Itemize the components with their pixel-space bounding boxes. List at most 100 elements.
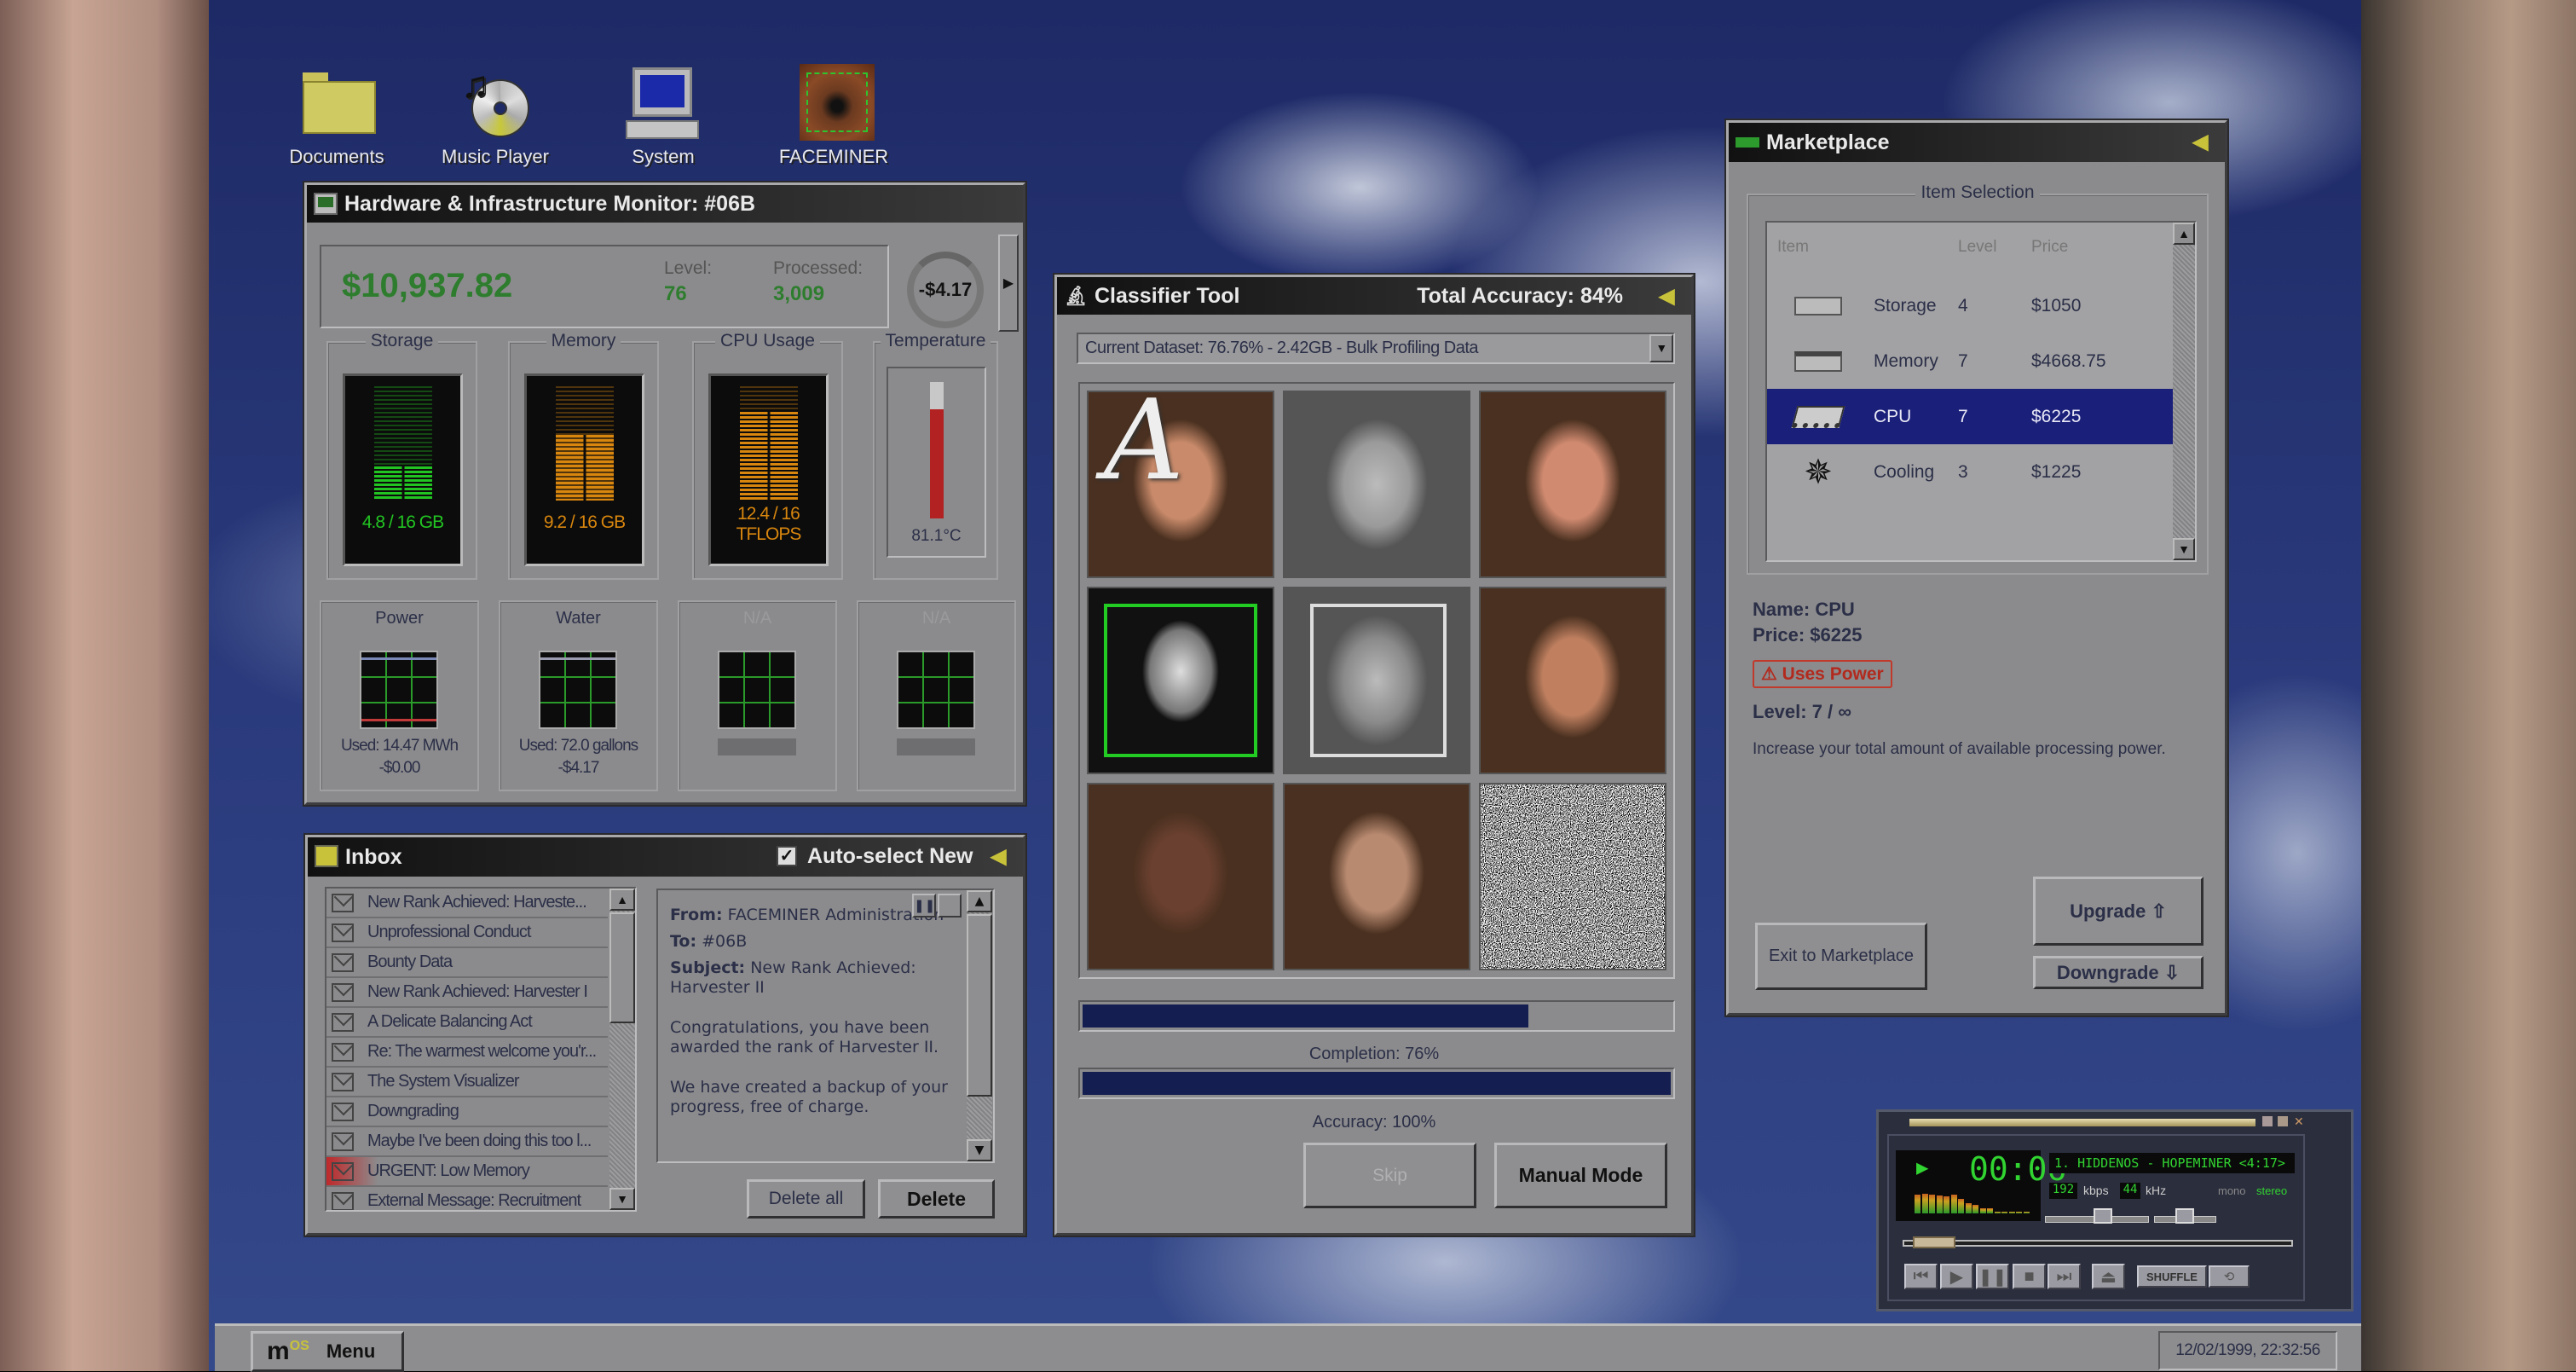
skip-button[interactable]: Skip xyxy=(1303,1143,1476,1208)
message-list-item[interactable]: Downgrading xyxy=(326,1097,608,1127)
next-track-button[interactable]: ⏭ xyxy=(2048,1264,2081,1289)
face-image[interactable]: A xyxy=(1087,391,1274,578)
hard-drive-icon xyxy=(1767,296,1869,316)
scroll-down-button[interactable]: ▼ xyxy=(2173,538,2195,560)
cpu-chip-icon xyxy=(1767,405,1869,428)
os-logo-icon: mOS xyxy=(267,1337,309,1365)
face-image[interactable] xyxy=(1283,391,1470,578)
balance-slider[interactable] xyxy=(2154,1208,2216,1224)
message-list-item[interactable]: URGENT: Low Memory xyxy=(326,1157,608,1187)
scroll-up-button[interactable]: ▲ xyxy=(609,889,635,911)
upgrade-button[interactable]: Upgrade ⇧ xyxy=(2033,877,2203,946)
chevron-down-icon[interactable]: ▼ xyxy=(1649,334,1673,362)
memory-module-icon xyxy=(1767,350,1869,372)
completion-progress-bar xyxy=(1078,1000,1675,1032)
message-list-scrollbar[interactable]: ▲ ▼ xyxy=(609,889,635,1210)
item-row-memory[interactable]: Memory 7 $4668.75 xyxy=(1767,333,2173,389)
shade-button[interactable] xyxy=(2278,1116,2288,1126)
pause-button[interactable]: ❚❚ xyxy=(1976,1264,2009,1289)
delete-button[interactable]: Delete xyxy=(878,1179,995,1219)
meter-value: 9.2 / 16 GB xyxy=(543,512,626,532)
inbox-window: Inbox ✓ Auto-select New ◀ New Rank Achie… xyxy=(305,835,1025,1236)
popout-button[interactable] xyxy=(938,894,962,918)
auto-select-checkbox[interactable]: ✓ xyxy=(777,846,797,866)
title-bar[interactable]: Marketplace ◀ xyxy=(1729,123,2225,162)
title-bar[interactable]: Hardware & Infrastructure Monitor: #06B xyxy=(307,185,1023,223)
mono-indicator: mono xyxy=(2218,1184,2246,1197)
message-list-item[interactable]: Bounty Data xyxy=(326,948,608,978)
scroll-down-button[interactable]: ▼ xyxy=(967,1139,992,1161)
face-image[interactable] xyxy=(1479,587,1666,774)
message-list-item[interactable]: New Rank Achieved: Harvester I xyxy=(326,978,608,1008)
face-image[interactable] xyxy=(1283,587,1470,774)
title-bar[interactable]: Inbox ✓ Auto-select New ◀ xyxy=(308,837,1023,877)
start-menu-button[interactable]: mOS Menu xyxy=(251,1331,404,1372)
processed-label: Processed: xyxy=(773,258,863,278)
previous-track-button[interactable]: ⏮ xyxy=(1904,1264,1938,1289)
message-list-item[interactable]: A Delicate Balancing Act xyxy=(326,1008,608,1038)
speaker-icon[interactable]: ◀ xyxy=(1659,284,1681,308)
message-list-item[interactable]: Re: The warmest welcome you'r... xyxy=(326,1038,608,1068)
speaker-icon[interactable]: ◀ xyxy=(2192,130,2215,153)
classifier-window: 🔬︎ Classifier Tool Total Accuracy: 84% ◀… xyxy=(1054,275,1694,1236)
scroll-up-button[interactable]: ▲ xyxy=(2173,223,2195,245)
stop-button[interactable]: ■ xyxy=(2013,1264,2046,1289)
expand-arrow-button[interactable]: ▶ xyxy=(998,234,1019,332)
face-image[interactable] xyxy=(1479,391,1666,578)
message-list-item[interactable]: New Rank Achieved: Harveste... xyxy=(326,889,608,918)
message-list-item[interactable]: Maybe I've been doing this too l... xyxy=(326,1127,608,1157)
shuffle-button[interactable]: SHUFFLE xyxy=(2137,1265,2207,1288)
balance: $10,937.82 xyxy=(342,267,513,304)
item-row-storage[interactable]: Storage 4 $1050 xyxy=(1767,278,2173,333)
pause-speech-button[interactable]: ❚❚ xyxy=(912,894,936,918)
item-row-cooling[interactable]: ✵ Cooling 3 $1225 xyxy=(1767,444,2173,500)
scroll-down-button[interactable]: ▼ xyxy=(609,1188,635,1210)
title-bar[interactable]: 🔬︎ Classifier Tool Total Accuracy: 84% ◀ xyxy=(1057,277,1691,315)
face-image[interactable] xyxy=(1087,783,1274,970)
minimize-button[interactable] xyxy=(2262,1116,2273,1126)
spectrum-bar xyxy=(1979,1207,1986,1213)
desktop-icon-documents[interactable]: Documents xyxy=(269,64,405,168)
speaker-icon[interactable]: ◀ xyxy=(991,844,1013,868)
player-title-bar[interactable] xyxy=(1909,1119,2255,1126)
preview-to: #06B xyxy=(702,932,748,951)
preview-scrollbar[interactable]: ▲ ▼ xyxy=(967,890,992,1161)
desktop-icon-music-player[interactable]: ♫ Music Player xyxy=(427,64,563,168)
message-list-item[interactable]: External Message: Recruitment xyxy=(326,1187,608,1210)
resource-graph xyxy=(539,651,617,729)
desktop-icon-system[interactable]: System xyxy=(595,64,731,168)
item-level: 4 xyxy=(1958,295,1968,316)
face-image[interactable] xyxy=(1087,587,1274,774)
meter-value: 4.8 / 16 GB xyxy=(361,512,444,532)
seek-bar[interactable] xyxy=(1903,1236,2293,1248)
exit-marketplace-button[interactable]: Exit to Marketplace xyxy=(1755,923,1927,990)
message-list-item[interactable]: The System Visualizer xyxy=(326,1068,608,1097)
meter-fill xyxy=(556,434,614,501)
scroll-up-button[interactable]: ▲ xyxy=(967,890,992,912)
desktop-icon-faceminer[interactable]: FACEMINER xyxy=(765,64,902,168)
eject-button[interactable]: ⏏ xyxy=(2092,1264,2125,1289)
monitor-bezel-right xyxy=(2361,0,2576,1371)
temperature-value: 81.1°C xyxy=(911,527,962,545)
preview-body: We have created a backup of your progres… xyxy=(670,1078,948,1116)
face-image[interactable] xyxy=(1479,783,1666,970)
meter-display: 12.4 / 16 TFLOPS xyxy=(708,373,829,566)
face-image[interactable] xyxy=(1283,783,1470,970)
message-list-item[interactable]: Unprofessional Conduct xyxy=(326,918,608,948)
volume-slider[interactable] xyxy=(2045,1208,2149,1224)
dataset-dropdown[interactable]: Current Dataset: 76.76% - 2.42GB - Bulk … xyxy=(1077,333,1675,364)
play-button[interactable]: ▶ xyxy=(1940,1264,1973,1289)
computer-icon xyxy=(622,64,704,141)
downgrade-button[interactable]: Downgrade ⇩ xyxy=(2033,956,2203,989)
scroll-thumb[interactable] xyxy=(967,914,992,1097)
envelope-icon xyxy=(332,1191,354,1210)
close-icon[interactable]: ✕ xyxy=(2294,1115,2304,1127)
seek-thumb[interactable] xyxy=(1913,1236,1955,1248)
item-list-scrollbar[interactable]: ▲ ▼ xyxy=(2173,223,2195,560)
delete-all-button[interactable]: Delete all xyxy=(747,1179,865,1219)
repeat-button[interactable]: ⟲ xyxy=(2209,1265,2250,1288)
item-row-cpu[interactable]: CPU 7 $6225 xyxy=(1767,389,2173,444)
detection-box xyxy=(1104,604,1257,757)
scroll-thumb[interactable] xyxy=(609,912,635,1023)
manual-mode-button[interactable]: Manual Mode xyxy=(1494,1143,1667,1208)
